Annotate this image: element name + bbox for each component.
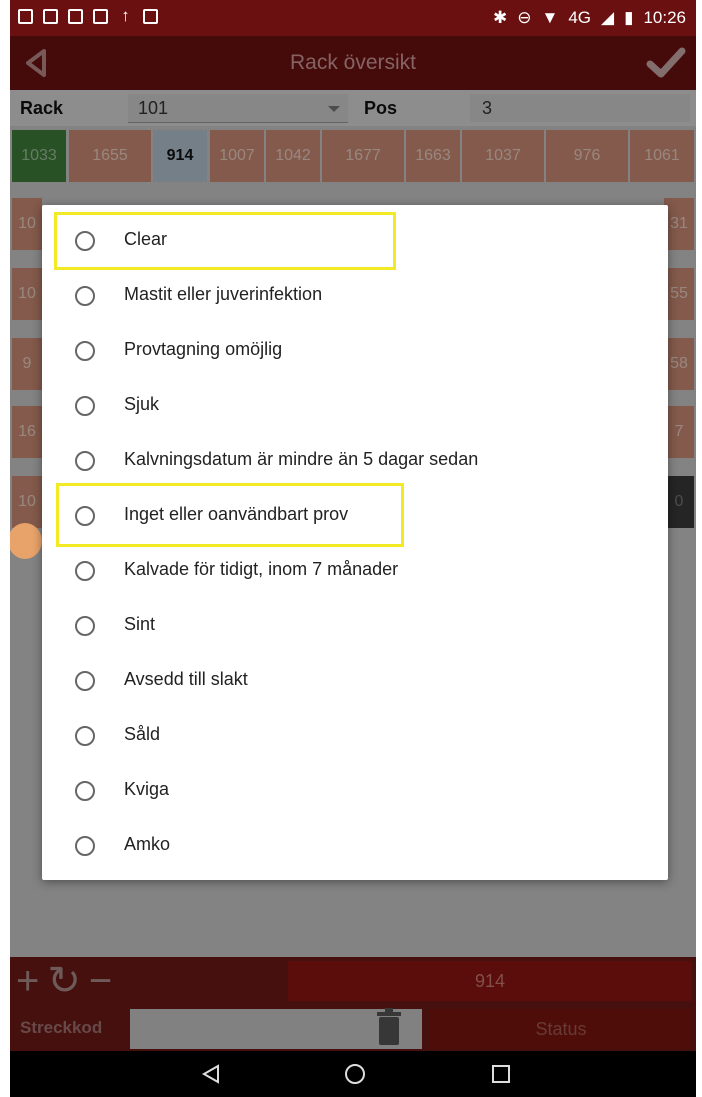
option-label: Såld: [124, 724, 161, 744]
radio-icon[interactable]: [75, 341, 95, 361]
nav-recents-icon[interactable]: [490, 1063, 512, 1085]
option-kviga[interactable]: Kviga: [42, 764, 668, 818]
option-label: Provtagning omöjlig: [124, 339, 283, 359]
option-label: Mastit eller juverinfektion: [124, 284, 323, 304]
radio-icon[interactable]: [75, 671, 95, 691]
option-label: Sint: [124, 614, 156, 634]
option-label: Kalvade för tidigt, inom 7 månader: [124, 559, 399, 579]
option-kalvade[interactable]: Kalvade för tidigt, inom 7 månader: [42, 544, 668, 598]
nav-home-icon[interactable]: [344, 1063, 366, 1085]
radio-icon[interactable]: [75, 396, 95, 416]
image-notification-icon: [68, 9, 83, 24]
option-sjuk[interactable]: Sjuk: [42, 379, 668, 433]
option-label: Amko: [124, 834, 171, 854]
device-frame: ↑ ✱ ⊖ ▼ 4G ◢ ▮ 10:26 Rack översikt Rack …: [10, 0, 696, 1097]
file-notification-icon: [93, 9, 108, 24]
status-right: ✱ ⊖ ▼ 4G ◢ ▮ 10:26: [493, 8, 686, 28]
option-label: Avsedd till slakt: [124, 669, 248, 689]
notification-icons: ↑: [18, 6, 158, 25]
highlight-box: [56, 483, 404, 547]
option-provtagning[interactable]: Provtagning omöjlig: [42, 324, 668, 378]
nav-back-icon[interactable]: [200, 1063, 222, 1085]
battery-icon: ▮: [624, 8, 634, 27]
screenshot-notification-icon: [43, 9, 58, 24]
option-sint[interactable]: Sint: [42, 599, 668, 653]
video-notification-icon: [18, 9, 33, 24]
option-mastit[interactable]: Mastit eller juverinfektion: [42, 269, 668, 323]
option-avsedd-slakt[interactable]: Avsedd till slakt: [42, 654, 668, 708]
radio-icon[interactable]: [75, 781, 95, 801]
radio-icon[interactable]: [75, 616, 95, 636]
reason-dialog: Clear Mastit eller juverinfektion Provta…: [42, 205, 668, 880]
option-amko[interactable]: Amko: [42, 819, 668, 873]
option-sald[interactable]: Såld: [42, 709, 668, 763]
app-screen: ↑ ✱ ⊖ ▼ 4G ◢ ▮ 10:26 Rack översikt Rack …: [10, 0, 696, 1097]
bluetooth-icon: ✱: [493, 8, 508, 27]
radio-icon[interactable]: [75, 726, 95, 746]
option-label: Sjuk: [124, 394, 160, 414]
radio-icon[interactable]: [75, 836, 95, 856]
network-label: 4G: [568, 8, 592, 27]
option-kalvningsdatum[interactable]: Kalvningsdatum är mindre än 5 dagar seda…: [42, 434, 668, 488]
app-notification-icon: [143, 9, 158, 24]
system-nav-bar: [10, 1051, 696, 1097]
status-bar: ↑ ✱ ⊖ ▼ 4G ◢ ▮ 10:26: [10, 0, 696, 36]
radio-icon[interactable]: [75, 561, 95, 581]
option-label: Kalvningsdatum är mindre än 5 dagar seda…: [124, 449, 479, 469]
radio-icon[interactable]: [75, 451, 95, 471]
option-label: Kviga: [124, 779, 170, 799]
highlight-box: [54, 212, 396, 270]
clock: 10:26: [643, 8, 686, 27]
upload-notification-icon: ↑: [121, 6, 130, 25]
wifi-icon: ▼: [541, 8, 559, 27]
signal-icon: ◢: [601, 8, 615, 27]
radio-icon[interactable]: [75, 286, 95, 306]
dnd-icon: ⊖: [517, 8, 532, 27]
